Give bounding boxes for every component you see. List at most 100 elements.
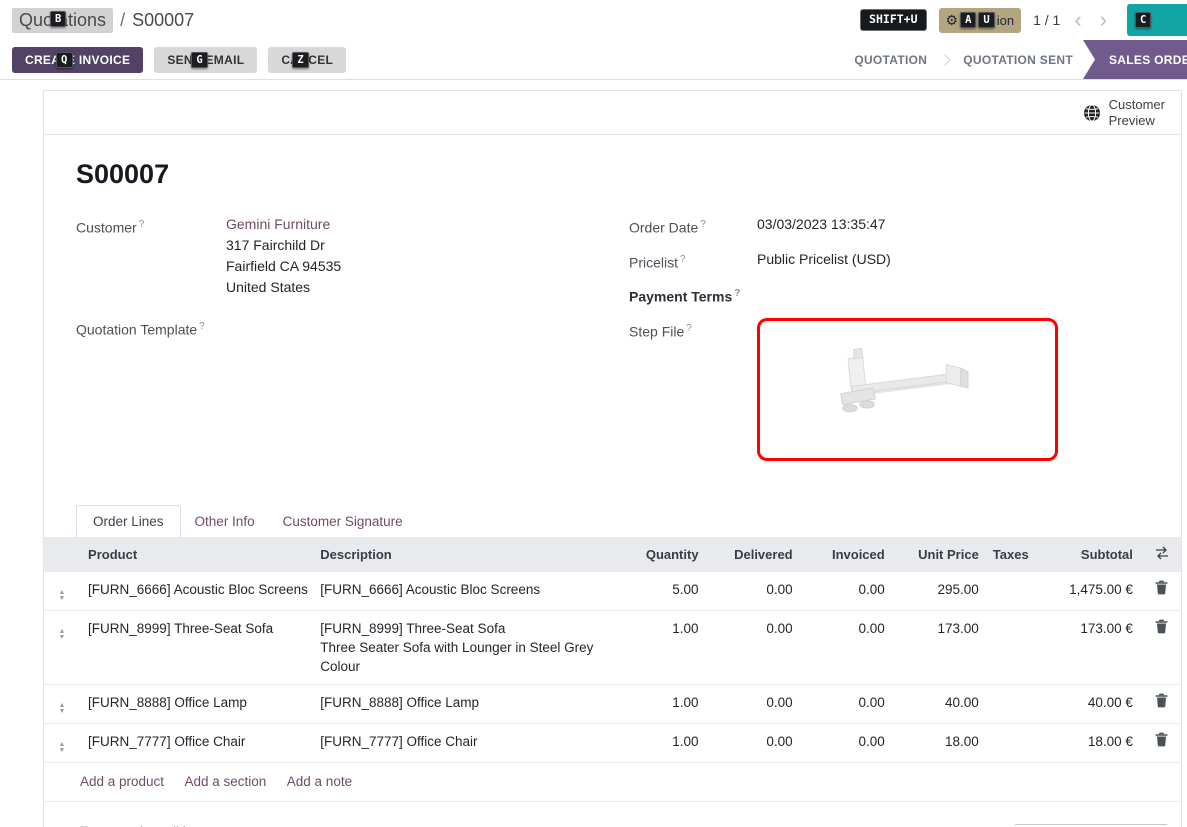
drag-handle-icon[interactable]: ▲▼ xyxy=(59,703,66,715)
customer-field-value: Gemini Furniture 317 Fairchild Dr Fairfi… xyxy=(226,214,341,298)
help-icon: ? xyxy=(734,288,740,299)
header-description[interactable]: Description xyxy=(316,537,616,572)
action-menu-button[interactable]: ⚙ A U ion xyxy=(939,8,1022,33)
header-handle xyxy=(44,537,80,572)
cancel-button[interactable]: CANCEL Z xyxy=(268,47,346,73)
cell-subtotal: 173.00 € xyxy=(1037,610,1143,684)
step-file-label: Step File? xyxy=(629,318,757,461)
preview-toolbar: Customer Preview xyxy=(44,91,1181,135)
cell-quantity[interactable]: 1.00 xyxy=(616,684,708,723)
payment-terms-label: Payment Terms? xyxy=(629,283,757,308)
help-icon: ? xyxy=(199,321,205,332)
delete-line-button[interactable] xyxy=(1155,732,1168,747)
cell-taxes[interactable] xyxy=(989,610,1037,684)
drag-handle-icon[interactable]: ▲▼ xyxy=(59,629,66,641)
quotation-template-label: Quotation Template? xyxy=(76,316,226,341)
stage-quotation-sent[interactable]: QUOTATION SENT xyxy=(953,40,1083,79)
pager-next-button[interactable]: › xyxy=(1096,9,1111,31)
drag-handle-icon[interactable]: ▲▼ xyxy=(59,742,66,754)
cell-subtotal: 1,475.00 € xyxy=(1037,572,1143,611)
cell-description[interactable]: [FURN_8888] Office Lamp xyxy=(316,684,616,723)
header-delivered[interactable]: Delivered xyxy=(709,537,803,572)
drag-handle-icon[interactable]: ▲▼ xyxy=(59,590,66,602)
header-subtotal[interactable]: Subtotal xyxy=(1037,537,1143,572)
cell-taxes[interactable] xyxy=(989,723,1037,762)
cell-unit-price[interactable]: 18.00 xyxy=(895,723,989,762)
header-product[interactable]: Product xyxy=(80,537,316,572)
add-a-note-link[interactable]: Add a note xyxy=(287,774,352,789)
cell-taxes[interactable] xyxy=(989,572,1037,611)
hotkey-badge-create-invoice: Q xyxy=(56,52,73,69)
stage-sales-order[interactable]: SALES ORDER xyxy=(1083,40,1187,79)
add-a-product-link[interactable]: Add a product xyxy=(80,774,164,789)
cell-quantity[interactable]: 1.00 xyxy=(616,610,708,684)
hotkey-badge-action-a: A xyxy=(960,12,976,29)
cell-description[interactable]: [FURN_8999] Three-Seat Sofa Three Seater… xyxy=(316,610,616,684)
cell-invoiced[interactable]: 0.00 xyxy=(803,610,895,684)
cell-product[interactable]: [FURN_8888] Office Lamp xyxy=(80,684,316,723)
order-date-value[interactable]: 03/03/2023 13:35:47 xyxy=(757,214,885,239)
corner-teal-button[interactable]: C xyxy=(1127,4,1187,36)
table-row[interactable]: ▲▼ [FURN_7777] Office Chair [FURN_7777] … xyxy=(44,723,1181,762)
cell-unit-price[interactable]: 295.00 xyxy=(895,572,989,611)
tab-other-info[interactable]: Other Info xyxy=(181,506,269,537)
help-icon: ? xyxy=(680,254,686,265)
header-quantity[interactable]: Quantity xyxy=(616,537,708,572)
breadcrumb: Quotations B / S00007 xyxy=(12,8,194,33)
status-bar: QUOTATION QUOTATION SENT SALES ORDER xyxy=(844,40,1187,79)
header-unit-price[interactable]: Unit Price xyxy=(895,537,989,572)
delete-line-button[interactable] xyxy=(1155,580,1168,595)
table-row[interactable]: ▲▼ [FURN_8999] Three-Seat Sofa [FURN_899… xyxy=(44,610,1181,684)
cell-product[interactable]: [FURN_7777] Office Chair xyxy=(80,723,316,762)
cell-invoiced: 0.00 xyxy=(803,684,895,723)
step-file-field-row: Step File? xyxy=(629,318,1149,461)
customer-preview-label: Customer Preview xyxy=(1109,97,1165,129)
globe-icon xyxy=(1083,104,1101,122)
cell-taxes[interactable] xyxy=(989,684,1037,723)
cell-invoiced: 0.00 xyxy=(803,723,895,762)
order-lines-table: Product Description Quantity Delivered I… xyxy=(44,537,1181,763)
step-file-image[interactable] xyxy=(757,318,1058,461)
sheet-body: S00007 Customer? Gemini Furniture 317 Fa… xyxy=(44,159,1181,471)
tab-customer-signature[interactable]: Customer Signature xyxy=(269,506,417,537)
table-header-row: Product Description Quantity Delivered I… xyxy=(44,537,1181,572)
cell-delivered[interactable]: 0.00 xyxy=(709,610,803,684)
trash-icon xyxy=(1155,693,1168,708)
stage-quotation[interactable]: QUOTATION xyxy=(844,40,937,79)
cell-product[interactable]: [FURN_6666] Acoustic Bloc Screens xyxy=(80,572,316,611)
payment-terms-field-row: Payment Terms? xyxy=(629,283,1149,308)
order-date-field-row: Order Date? 03/03/2023 13:35:47 xyxy=(629,214,1149,239)
cell-quantity[interactable]: 1.00 xyxy=(616,723,708,762)
gear-icon: ⚙ xyxy=(946,13,959,27)
cell-subtotal: 18.00 € xyxy=(1037,723,1143,762)
send-email-button[interactable]: SEND EMAIL G xyxy=(154,47,257,73)
cell-invoiced: 0.00 xyxy=(803,572,895,611)
header-invoiced[interactable]: Invoiced xyxy=(803,537,895,572)
cell-description[interactable]: [FURN_7777] Office Chair xyxy=(316,723,616,762)
header-taxes[interactable]: Taxes xyxy=(989,537,1037,572)
cell-unit-price[interactable]: 173.00 xyxy=(895,610,989,684)
customer-name-link[interactable]: Gemini Furniture xyxy=(226,216,330,232)
cell-subtotal: 40.00 € xyxy=(1037,684,1143,723)
cell-description[interactable]: [FURN_6666] Acoustic Bloc Screens xyxy=(316,572,616,611)
customer-field-label: Customer? xyxy=(76,214,226,298)
optional-columns-button[interactable] xyxy=(1155,546,1169,560)
tab-order-lines[interactable]: Order Lines xyxy=(76,505,181,537)
add-a-section-link[interactable]: Add a section xyxy=(185,774,267,789)
stage-separator-icon xyxy=(940,54,951,65)
cell-quantity[interactable]: 5.00 xyxy=(616,572,708,611)
top-navigation-bar: Quotations B / S00007 SHIFT+U ⚙ A U ion … xyxy=(0,0,1187,40)
optional-columns-icon xyxy=(1155,546,1169,560)
cell-unit-price[interactable]: 40.00 xyxy=(895,684,989,723)
delete-line-button[interactable] xyxy=(1155,619,1168,634)
table-row[interactable]: ▲▼ [FURN_6666] Acoustic Bloc Screens [FU… xyxy=(44,572,1181,611)
customer-preview-button[interactable]: Customer Preview xyxy=(1083,97,1165,129)
cell-product[interactable]: [FURN_8999] Three-Seat Sofa xyxy=(80,610,316,684)
pricelist-value[interactable]: Public Pricelist (USD) xyxy=(757,249,891,274)
delete-line-button[interactable] xyxy=(1155,693,1168,708)
pager-previous-button[interactable]: ‹ xyxy=(1070,9,1085,31)
table-row[interactable]: ▲▼ [FURN_8888] Office Lamp [FURN_8888] O… xyxy=(44,684,1181,723)
form-sheet: Customer Preview S00007 Customer? Gemini… xyxy=(43,90,1182,827)
create-invoice-button[interactable]: CREATE INVOICE Q xyxy=(12,47,143,73)
address-line-2: Fairfield CA 94535 xyxy=(226,256,341,277)
